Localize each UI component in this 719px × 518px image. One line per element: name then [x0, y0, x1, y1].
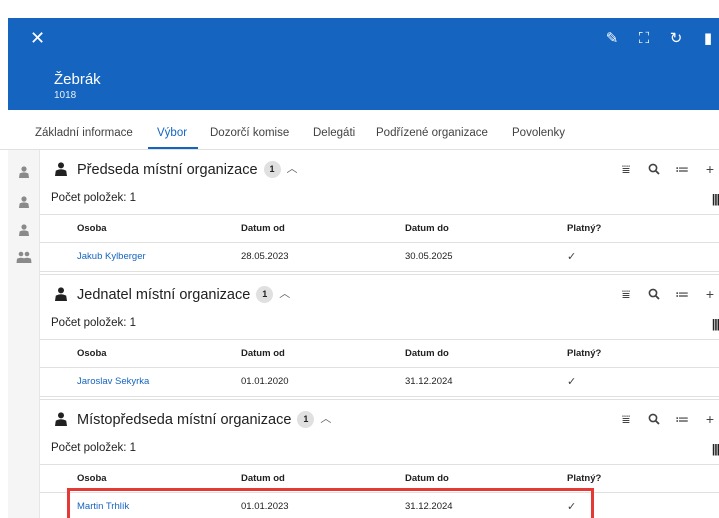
add-icon[interactable]: +	[701, 160, 719, 178]
section-predseda: Předseda místní organizace 1 ︿ ⩸ ≔ + Počet…	[40, 150, 719, 275]
filter-icon[interactable]: ⩸	[617, 285, 635, 303]
item-count: Počet položek: 1	[51, 192, 137, 204]
column-header-datum-od[interactable]: Datum od	[241, 465, 285, 493]
filter-icon[interactable]: ⩸	[617, 410, 635, 428]
committee-sections: Předseda místní organizace 1 ︿ ⩸ ≔ + Počet…	[40, 150, 719, 518]
chevron-up-icon[interactable]: ︿	[287, 160, 298, 178]
list-icon[interactable]: ≔	[673, 160, 691, 178]
column-header-datum-do[interactable]: Datum do	[405, 465, 449, 493]
count-badge: 1	[297, 411, 315, 428]
page-title: Žebrák	[54, 71, 101, 88]
count-badge: 1	[256, 286, 274, 303]
column-header-datum-do[interactable]: Datum do	[405, 215, 449, 243]
add-icon[interactable]: +	[701, 285, 719, 303]
members-table: Osoba Datum od Datum do Platný? Jaroslav…	[40, 339, 719, 397]
section-title: Jednatel místní organizace 1 ︿	[77, 285, 291, 303]
column-header-datum-od[interactable]: Datum od	[241, 215, 285, 243]
check-icon: ✓	[567, 501, 577, 513]
person-link[interactable]: Jakub Kylberger	[77, 243, 146, 271]
cell-datum-od: 01.01.2020	[241, 376, 289, 387]
person-icon	[54, 287, 68, 301]
column-header-datum-do[interactable]: Datum do	[405, 340, 449, 368]
section-toolbar: ⩸ ≔ +	[607, 160, 719, 178]
section-jednatel: Jednatel místní organizace 1 ︿ ⩸ ≔ + Počet…	[40, 275, 719, 400]
column-header-platny[interactable]: Platný?	[567, 465, 601, 493]
page-subtitle: 1018	[54, 90, 77, 101]
column-header-platny[interactable]: Platný?	[567, 215, 601, 243]
list-icon[interactable]: ≔	[673, 410, 691, 428]
columns-icon[interactable]: |||	[712, 192, 719, 206]
fullscreen-icon[interactable]: ⛶	[633, 27, 655, 49]
check-icon: ✓	[567, 376, 577, 388]
cell-datum-do: 30.05.2025	[405, 251, 453, 262]
section-toolbar: ⩸ ≔ +	[607, 285, 719, 303]
cell-datum-do: 31.12.2024	[405, 376, 453, 387]
person-icon[interactable]	[14, 164, 34, 180]
person-icon[interactable]	[14, 194, 34, 210]
section-nav-rail	[8, 150, 40, 518]
tab-povolenky[interactable]: Povolenky	[512, 127, 565, 139]
column-header-osoba[interactable]: Osoba	[77, 340, 107, 368]
item-count: Počet položek: 1	[51, 317, 137, 329]
tab-podrizene-organizace[interactable]: Podřízené organizace	[376, 127, 488, 139]
header-actions: ✎ ⛶ ↻ ▮	[591, 27, 719, 49]
check-icon: ✓	[567, 251, 577, 263]
active-tab-indicator	[148, 147, 198, 149]
person-icon	[54, 162, 68, 176]
column-header-datum-od[interactable]: Datum od	[241, 340, 285, 368]
table-header-row: Osoba Datum od Datum do Platný?	[40, 214, 719, 243]
top-strip	[0, 0, 719, 18]
section-toolbar: ⩸ ≔ +	[607, 410, 719, 428]
section-title: Předseda místní organizace 1 ︿	[77, 160, 298, 178]
list-icon[interactable]: ≔	[673, 285, 691, 303]
tab-zakladni-informace[interactable]: Základní informace	[35, 127, 133, 139]
search-icon[interactable]	[645, 410, 663, 428]
chevron-up-icon[interactable]: ︿	[279, 285, 290, 303]
person-icon	[54, 412, 68, 426]
filter-icon[interactable]: ⩸	[617, 160, 635, 178]
table-header-row: Osoba Datum od Datum do Platný?	[40, 464, 719, 493]
person-link[interactable]: Jaroslav Sekyrka	[77, 368, 149, 396]
people-icon[interactable]	[14, 249, 34, 265]
section-header: Předseda místní organizace 1 ︿ ⩸ ≔ +	[40, 150, 719, 188]
person-icon[interactable]	[14, 222, 34, 238]
section-header: Jednatel místní organizace 1 ︿ ⩸ ≔ +	[40, 275, 719, 313]
delete-icon[interactable]: ▮	[697, 27, 719, 49]
edit-icon[interactable]: ✎	[601, 27, 623, 49]
close-icon[interactable]: ✕	[30, 27, 45, 49]
table-header-row: Osoba Datum od Datum do Platný?	[40, 339, 719, 368]
search-icon[interactable]	[645, 160, 663, 178]
chevron-up-icon[interactable]: ︿	[320, 410, 331, 428]
table-row[interactable]: Martin Trhlík 01.01.2023 31.12.2024 ✓	[40, 493, 719, 518]
detail-header: ✕ ✎ ⛶ ↻ ▮ Žebrák 1018	[8, 18, 719, 110]
tab-bar: Základní informace Výbor Dozorčí komise …	[0, 118, 719, 150]
section-header: Místopředseda místní organizace 1 ︿ ⩸ ≔ +	[40, 400, 719, 438]
columns-icon[interactable]: |||	[712, 317, 719, 331]
tab-dozorci-komise[interactable]: Dozorčí komise	[210, 127, 289, 139]
person-link[interactable]: Martin Trhlík	[77, 493, 129, 518]
tab-delegati[interactable]: Delegáti	[313, 127, 355, 139]
section-title: Místopředseda místní organizace 1 ︿	[77, 410, 332, 428]
count-badge: 1	[263, 161, 281, 178]
cell-datum-od: 28.05.2023	[241, 251, 289, 262]
tab-vybor[interactable]: Výbor	[157, 127, 187, 139]
cell-datum-do: 31.12.2024	[405, 501, 453, 512]
section-mistopredseda: Místopředseda místní organizace 1 ︿ ⩸ ≔ + …	[40, 400, 719, 518]
column-header-osoba[interactable]: Osoba	[77, 215, 107, 243]
column-header-platny[interactable]: Platný?	[567, 340, 601, 368]
search-icon[interactable]	[645, 285, 663, 303]
table-row[interactable]: Jakub Kylberger 28.05.2023 30.05.2025 ✓	[40, 243, 719, 272]
columns-icon[interactable]: |||	[712, 442, 719, 456]
members-table: Osoba Datum od Datum do Platný? Martin T…	[40, 464, 719, 518]
cell-datum-od: 01.01.2023	[241, 501, 289, 512]
item-count: Počet položek: 1	[51, 442, 137, 454]
column-header-osoba[interactable]: Osoba	[77, 465, 107, 493]
table-row[interactable]: Jaroslav Sekyrka 01.01.2020 31.12.2024 ✓	[40, 368, 719, 397]
members-table: Osoba Datum od Datum do Platný? Jakub Ky…	[40, 214, 719, 272]
add-icon[interactable]: +	[701, 410, 719, 428]
refresh-icon[interactable]: ↻	[665, 27, 687, 49]
